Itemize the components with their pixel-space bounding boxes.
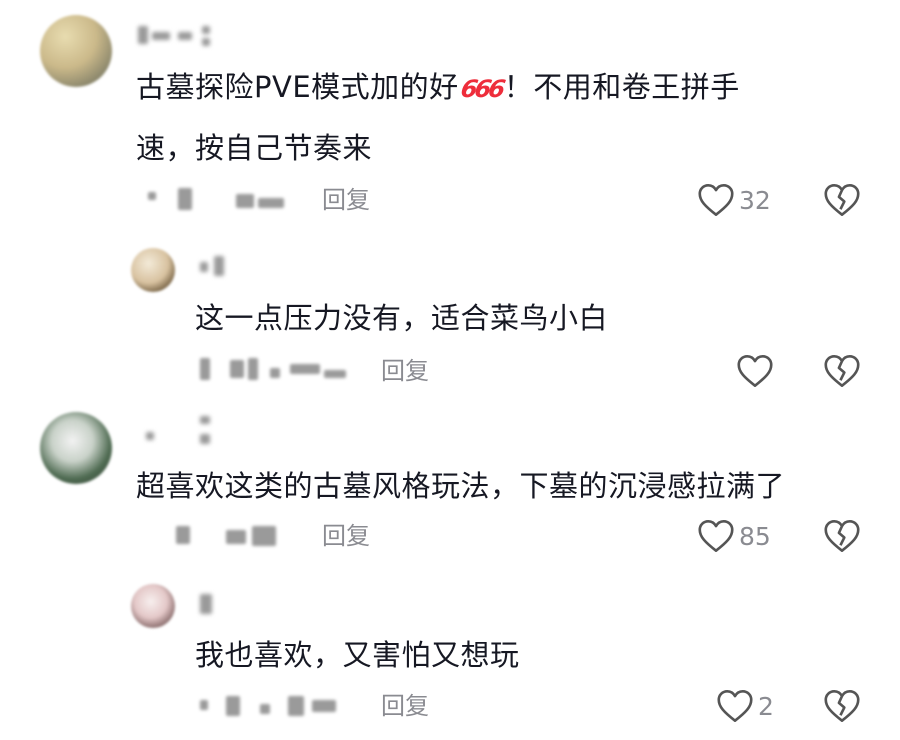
broken-heart-icon[interactable]: [823, 183, 861, 217]
like-button[interactable]: [736, 351, 778, 391]
comment-text: 古墓探险PVE模式加的好666！不用和卷王拼手: [136, 60, 740, 117]
timestamp-blurred: [148, 186, 298, 216]
comment-text-part: 古墓探险PVE模式加的好: [136, 70, 459, 104]
comment-text-part: ！不用和卷王拼手: [503, 70, 740, 104]
like-count: 85: [739, 521, 771, 551]
heart-outline-icon: [737, 355, 773, 387]
heart-outline-icon: [717, 690, 753, 722]
like-count: 32: [739, 185, 771, 215]
reply-button[interactable]: 回复: [322, 516, 370, 556]
avatar[interactable]: [131, 584, 175, 628]
timestamp-blurred: [200, 356, 360, 386]
comment-text: 超喜欢这类的古墓风格玩法，下墓的沉浸感拉满了: [136, 469, 786, 503]
avatar[interactable]: [40, 15, 112, 87]
timestamp-blurred: [176, 522, 306, 552]
avatar[interactable]: [40, 412, 112, 484]
username-blurred[interactable]: [196, 590, 226, 616]
username-blurred[interactable]: [138, 22, 228, 48]
broken-heart-icon[interactable]: [823, 354, 861, 388]
username-blurred[interactable]: [196, 254, 236, 280]
like-button[interactable]: 32: [697, 180, 771, 220]
comment-text: 这一点压力没有，适合菜鸟小白: [195, 301, 609, 335]
broken-heart-icon[interactable]: [823, 689, 861, 723]
like-count: 2: [758, 691, 774, 721]
reply-button[interactable]: 回复: [381, 351, 429, 391]
comment-text-line2: 速，按自己节奏来: [136, 131, 373, 165]
like-button[interactable]: 85: [697, 516, 771, 556]
avatar[interactable]: [131, 248, 175, 292]
timestamp-blurred: [200, 692, 360, 722]
username-blurred[interactable]: [146, 412, 226, 444]
like-button[interactable]: 2: [716, 686, 774, 726]
reply-button[interactable]: 回复: [381, 686, 429, 726]
comment-text: 我也喜欢，又害怕又想玩: [195, 638, 520, 672]
heart-outline-icon: [698, 520, 734, 552]
reply-button[interactable]: 回复: [322, 180, 370, 220]
broken-heart-icon[interactable]: [823, 519, 861, 553]
heart-outline-icon: [698, 184, 734, 216]
emoji-666: 666: [458, 75, 505, 103]
